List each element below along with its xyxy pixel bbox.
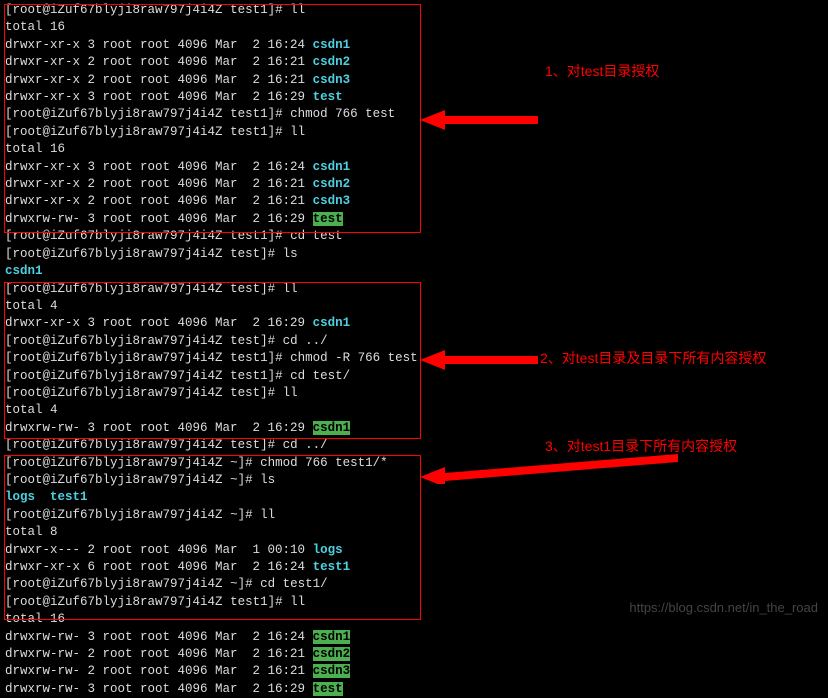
- line: [root@iZuf67blyji8raw797j4i4Z test]# ll: [5, 385, 828, 402]
- line: [root@iZuf67blyji8raw797j4i4Z test1]# ll: [5, 2, 828, 19]
- line: drwxr-xr-x 2 root root 4096 Mar 2 16:21 …: [5, 72, 828, 89]
- line: [root@iZuf67blyji8raw797j4i4Z test]# ll: [5, 281, 828, 298]
- line: drwxr-x--- 2 root root 4096 Mar 1 00:10 …: [5, 542, 828, 559]
- line: total 16: [5, 141, 828, 158]
- line: drwxrw-rw- 3 root root 4096 Mar 2 16:29 …: [5, 420, 828, 437]
- terminal: [root@iZuf67blyji8raw797j4i4Z test1]# ll…: [0, 0, 828, 698]
- line: drwxrw-rw- 2 root root 4096 Mar 2 16:21 …: [5, 646, 828, 663]
- line: total 4: [5, 298, 828, 315]
- line: drwxr-xr-x 3 root root 4096 Mar 2 16:29 …: [5, 315, 828, 332]
- dir-csdn1: csdn1: [313, 38, 351, 52]
- line: total 16: [5, 19, 828, 36]
- dir-csdn3: csdn3: [313, 73, 351, 87]
- line: [root@iZuf67blyji8raw797j4i4Z test1]# ll: [5, 124, 828, 141]
- line: drwxr-xr-x 3 root root 4096 Mar 2 16:24 …: [5, 159, 828, 176]
- line: csdn1: [5, 263, 828, 280]
- line: [root@iZuf67blyji8raw797j4i4Z test1]# cd…: [5, 368, 828, 385]
- line: [root@iZuf67blyji8raw797j4i4Z test]# ls: [5, 246, 828, 263]
- dir-test: test: [313, 90, 343, 104]
- line: [root@iZuf67blyji8raw797j4i4Z ~]# ll: [5, 507, 828, 524]
- line: drwxr-xr-x 6 root root 4096 Mar 2 16:24 …: [5, 559, 828, 576]
- line: [root@iZuf67blyji8raw797j4i4Z ~]# ls: [5, 472, 828, 489]
- line: drwxr-xr-x 3 root root 4096 Mar 2 16:24 …: [5, 37, 828, 54]
- line: [root@iZuf67blyji8raw797j4i4Z test1]# ch…: [5, 106, 828, 123]
- line: drwxr-xr-x 2 root root 4096 Mar 2 16:21 …: [5, 193, 828, 210]
- watermark: https://blog.csdn.net/in_the_road: [629, 599, 818, 616]
- line: logs test1: [5, 489, 828, 506]
- dir-csdn2: csdn2: [313, 55, 351, 69]
- line: drwxrw-rw- 2 root root 4096 Mar 2 16:21 …: [5, 663, 828, 680]
- annotation-2: 2、对test目录及目录下所有内容授权: [540, 350, 766, 367]
- annotation-3: 3、对test1目录下所有内容授权: [545, 438, 737, 455]
- line: drwxr-xr-x 2 root root 4096 Mar 2 16:21 …: [5, 176, 828, 193]
- line: total 8: [5, 524, 828, 541]
- line: drwxr-xr-x 3 root root 4096 Mar 2 16:29 …: [5, 89, 828, 106]
- line: [root@iZuf67blyji8raw797j4i4Z test1]# cd…: [5, 228, 828, 245]
- line: [root@iZuf67blyji8raw797j4i4Z ~]# cd tes…: [5, 576, 828, 593]
- line: drwxrw-rw- 3 root root 4096 Mar 2 16:29 …: [5, 681, 828, 698]
- line: [root@iZuf67blyji8raw797j4i4Z test]# cd …: [5, 333, 828, 350]
- line: drwxr-xr-x 2 root root 4096 Mar 2 16:21 …: [5, 54, 828, 71]
- line: [root@iZuf67blyji8raw797j4i4Z ~]# chmod …: [5, 455, 828, 472]
- line: drwxrw-rw- 3 root root 4096 Mar 2 16:29 …: [5, 211, 828, 228]
- line: total 4: [5, 402, 828, 419]
- annotation-1: 1、对test目录授权: [545, 63, 659, 80]
- line: drwxrw-rw- 3 root root 4096 Mar 2 16:24 …: [5, 629, 828, 646]
